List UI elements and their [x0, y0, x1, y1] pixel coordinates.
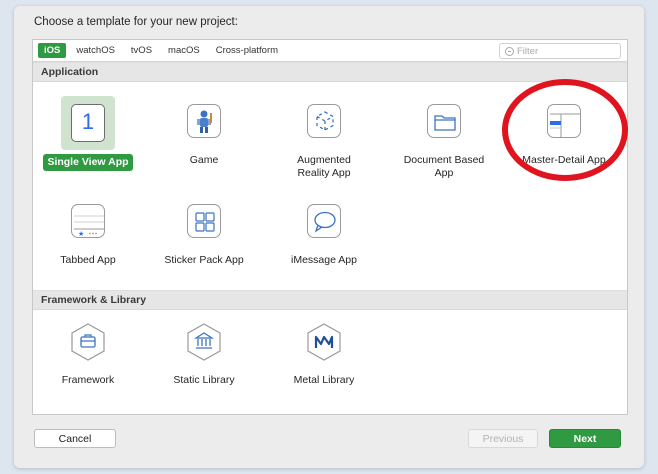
game-icon: [187, 104, 221, 138]
template-framework[interactable]: Framework: [33, 316, 143, 387]
tab-cross-platform[interactable]: Cross-platform: [210, 43, 284, 58]
template-label: Framework: [61, 374, 115, 386]
cancel-button[interactable]: Cancel: [34, 429, 116, 448]
svg-text:★: ★: [78, 230, 84, 238]
template-label: iMessage App: [291, 254, 357, 266]
template-chooser-sheet: Choose a template for your new project: …: [14, 6, 644, 468]
template-icon-wrap: ★: [61, 196, 115, 250]
tab-bar-icon: ★: [71, 204, 105, 238]
template-sticker-pack-app[interactable]: Sticker Pack App: [149, 196, 259, 267]
template-label: Static Library: [173, 374, 235, 386]
section-framework-library: Framework & Library: [33, 290, 627, 310]
filter-field[interactable]: Filter: [499, 43, 621, 59]
template-game[interactable]: Game: [149, 96, 259, 167]
template-augmented-reality-app[interactable]: Augmented Reality App: [269, 96, 379, 180]
template-icon-wrap: [177, 196, 231, 250]
tab-tvos[interactable]: tvOS: [125, 43, 158, 58]
tab-macos[interactable]: macOS: [162, 43, 206, 58]
toolbox-icon: [71, 323, 105, 361]
speech-bubble-icon: [307, 204, 341, 238]
tab-ios[interactable]: iOS: [38, 43, 67, 58]
template-icon-wrap: [177, 316, 231, 370]
library-building-icon: [187, 323, 221, 361]
template-label: Sticker Pack App: [164, 254, 244, 266]
template-icon-wrap: 1: [61, 96, 115, 150]
template-label: Document Based App: [403, 154, 485, 179]
template-label: Single View App: [43, 154, 133, 171]
previous-button[interactable]: Previous: [468, 429, 538, 448]
template-icon-wrap: [297, 96, 351, 150]
template-icon-wrap: [297, 196, 351, 250]
platform-tab-bar: iOS watchOS tvOS macOS Cross-platform Fi…: [33, 40, 627, 62]
tab-watchos[interactable]: watchOS: [70, 43, 121, 58]
folder-icon: [427, 104, 461, 138]
template-icon-wrap: [297, 316, 351, 370]
template-label: Tabbed App: [60, 254, 116, 266]
template-metal-library[interactable]: Metal Library: [269, 316, 379, 387]
annotation-circle: [502, 79, 628, 181]
template-icon-wrap: [177, 96, 231, 150]
template-static-library[interactable]: Static Library: [149, 316, 259, 387]
ar-cube-icon: [307, 104, 341, 138]
template-label: Game: [189, 154, 219, 166]
template-icon-wrap: [417, 96, 471, 150]
template-document-based-app[interactable]: Document Based App: [389, 96, 499, 180]
template-label: Metal Library: [293, 374, 355, 386]
template-icon-wrap: [61, 316, 115, 370]
next-button[interactable]: Next: [549, 429, 621, 448]
filter-icon: [505, 46, 514, 56]
grid-icon: [187, 204, 221, 238]
filter-placeholder: Filter: [517, 45, 539, 57]
number-one-icon: 1: [71, 104, 105, 142]
template-imessage-app[interactable]: iMessage App: [269, 196, 379, 267]
prompt-text: Choose a template for your new project:: [34, 16, 238, 28]
metal-icon: [307, 323, 341, 361]
template-single-view-app[interactable]: 1 Single View App: [33, 96, 143, 171]
template-label: Augmented Reality App: [297, 154, 351, 179]
template-tabbed-app[interactable]: ★ Tabbed App: [33, 196, 143, 267]
